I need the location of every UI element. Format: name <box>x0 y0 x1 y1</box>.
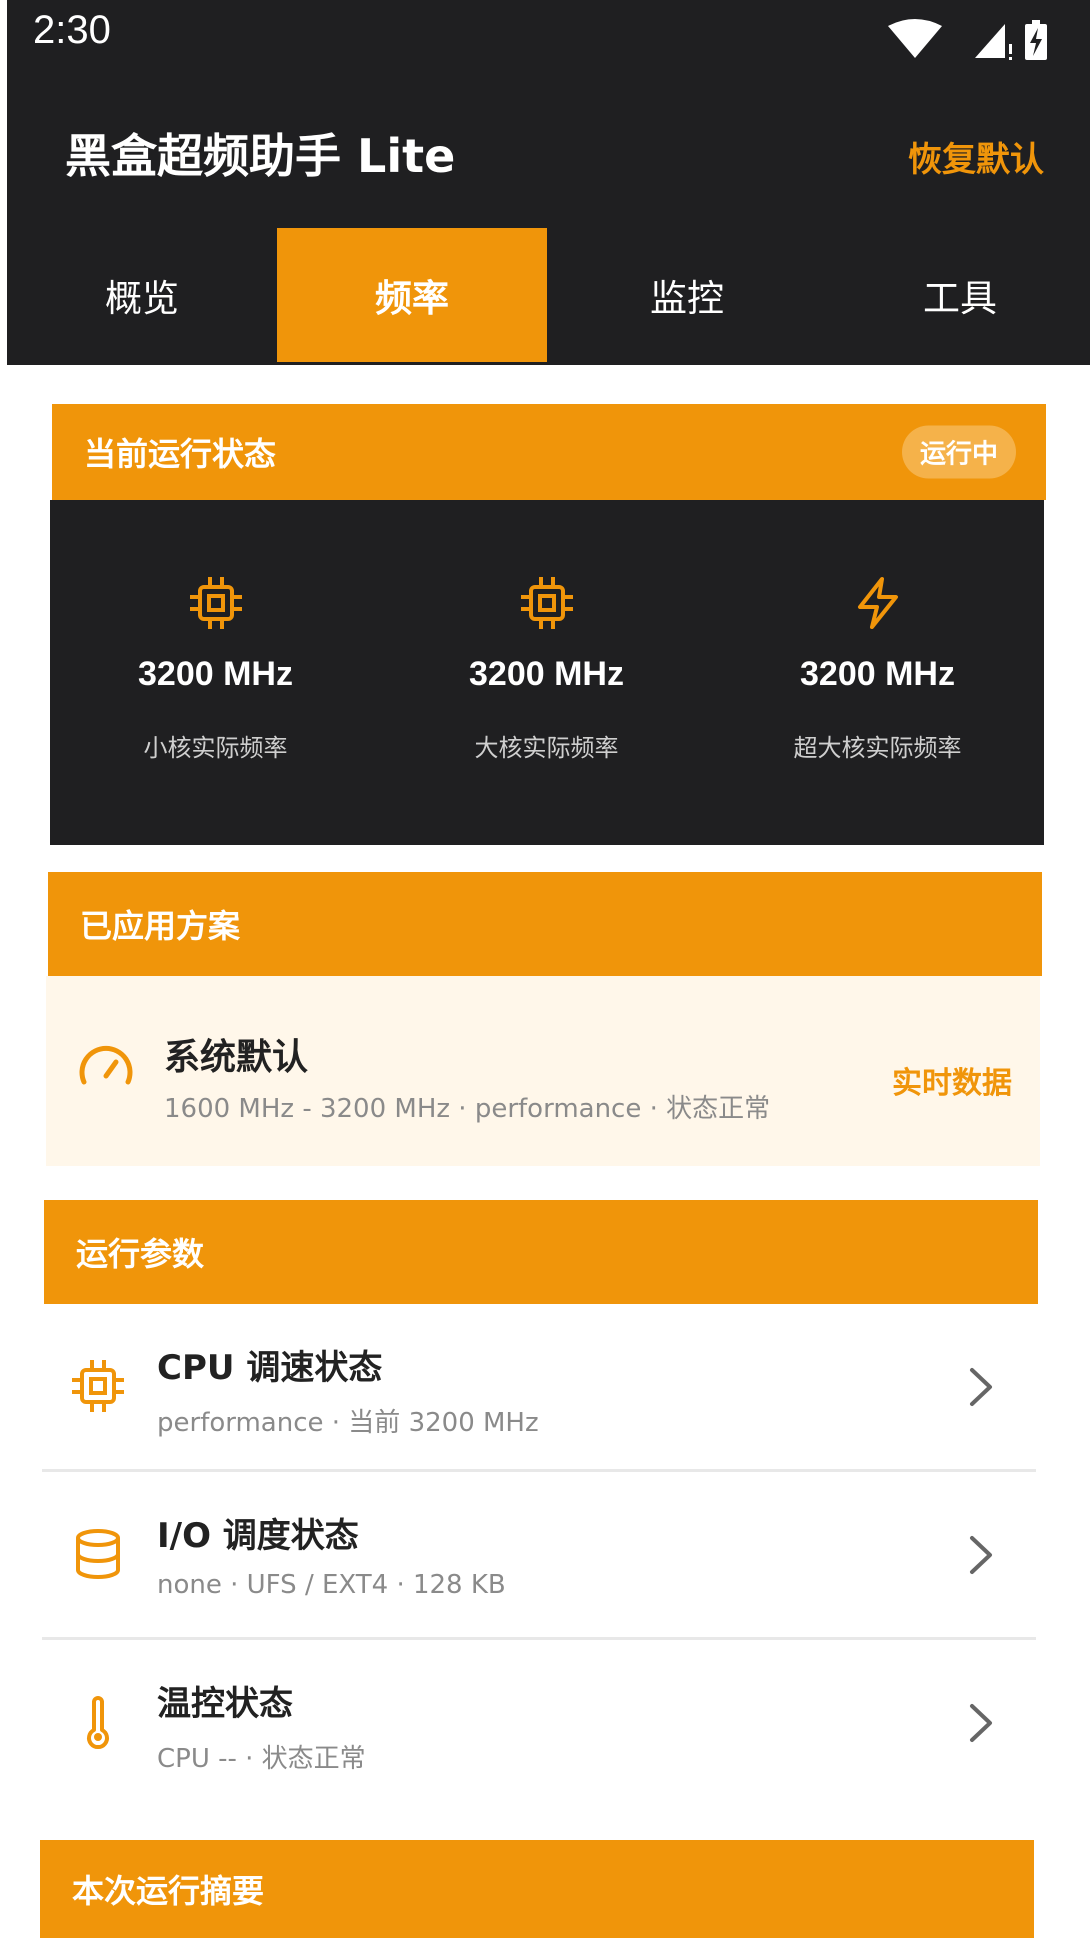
param-row-thermal[interactable]: 温控状态 CPU -- · 状态正常 <box>42 1640 1036 1808</box>
freq-item-big: 3200 MHz 大核实际频率 <box>381 500 712 845</box>
tab-frequency[interactable]: 频率 <box>277 228 547 362</box>
battery-icon <box>1025 20 1047 60</box>
status-badge: 运行中 <box>901 425 1016 479</box>
thermometer-icon <box>87 1696 109 1750</box>
param-title: 温控状态 <box>157 1684 293 1724</box>
scheme-desc: 1600 MHz - 3200 MHz · performance · 状态正常 <box>164 1094 771 1124</box>
param-title: I/O 调度状态 <box>157 1516 359 1556</box>
scheme-panel-title: 已应用方案 <box>80 907 241 945</box>
param-subtitle: performance · 当前 3200 MHz <box>157 1408 539 1438</box>
param-row-io[interactable]: I/O 调度状态 none · UFS / EXT4 · 128 KB <box>42 1472 1036 1640</box>
freq-value: 3200 MHz <box>469 655 624 693</box>
speedometer-icon <box>79 1045 133 1085</box>
frequency-panel: 3200 MHz 小核实际频率 3200 MHz 大核实际频率 3200 MHz… <box>50 500 1044 845</box>
tab-monitor[interactable]: 监控 <box>552 228 822 362</box>
freq-value: 3200 MHz <box>138 655 293 693</box>
realtime-data-link[interactable]: 实时数据 <box>892 1058 1012 1102</box>
restore-default-button[interactable]: 恢复默认 <box>908 132 1044 181</box>
chip-icon <box>72 1360 124 1412</box>
freq-label: 大核实际频率 <box>474 734 619 762</box>
lightning-icon <box>857 577 898 629</box>
chevron-right-icon <box>970 1536 992 1574</box>
status-panel-title: 当前运行状态 <box>84 435 277 473</box>
chip-icon <box>520 577 573 629</box>
param-row-cpu[interactable]: CPU 调速状态 performance · 当前 3200 MHz <box>42 1304 1036 1472</box>
signal-icon <box>975 24 1005 58</box>
freq-item-little: 3200 MHz 小核实际频率 <box>50 500 381 845</box>
wifi-icon <box>888 19 942 58</box>
status-time: 2:30 <box>33 8 111 52</box>
tab-tools[interactable]: 工具 <box>825 228 1090 362</box>
scheme-panel-header: 已应用方案 <box>48 872 1042 976</box>
params-panel-title: 运行参数 <box>76 1235 205 1273</box>
database-icon <box>76 1529 120 1579</box>
param-subtitle: none · UFS / EXT4 · 128 KB <box>157 1570 506 1600</box>
chevron-right-icon <box>970 1368 992 1406</box>
freq-value: 3200 MHz <box>800 655 955 693</box>
param-title: CPU 调速状态 <box>157 1348 383 1388</box>
freq-label: 超大核实际频率 <box>793 734 962 762</box>
chip-icon <box>189 577 242 629</box>
tab-overview[interactable]: 概览 <box>7 228 277 362</box>
scheme-card[interactable]: 系统默认 1600 MHz - 3200 MHz · performance ·… <box>46 976 1040 1166</box>
params-panel-header: 运行参数 <box>44 1200 1038 1304</box>
param-subtitle: CPU -- · 状态正常 <box>157 1744 366 1774</box>
app-title: 黑盒超频助手 Lite <box>65 129 456 183</box>
freq-label: 小核实际频率 <box>143 734 288 762</box>
status-panel-header: 当前运行状态 运行中 <box>52 404 1046 500</box>
chevron-right-icon <box>970 1704 992 1742</box>
scheme-name: 系统默认 <box>164 1037 309 1078</box>
summary-panel-header: 本次运行摘要 <box>40 1840 1034 1938</box>
summary-panel-title: 本次运行摘要 <box>72 1872 265 1910</box>
status-icons <box>888 19 1047 60</box>
freq-item-prime: 3200 MHz 超大核实际频率 <box>712 500 1043 845</box>
